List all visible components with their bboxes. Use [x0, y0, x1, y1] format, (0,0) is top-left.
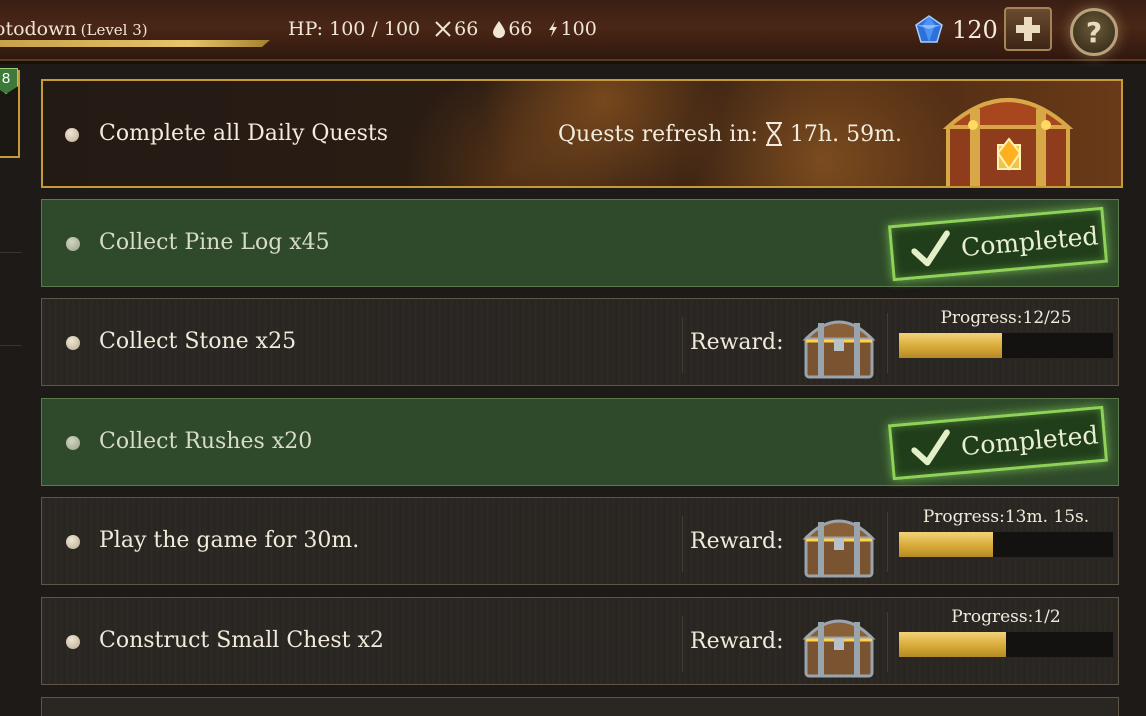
divider [682, 616, 683, 672]
hourglass-icon [765, 122, 782, 146]
quest-title: Collect Rushes x20 [99, 429, 313, 454]
completed-label: Completed [959, 220, 1100, 262]
plus-icon [1016, 17, 1040, 41]
quest-row-completed[interactable]: Collect Pine Log x45 Completed [41, 199, 1119, 287]
hp-stat: HP: 100 / 100 [288, 18, 421, 40]
progress-bar [898, 531, 1114, 558]
quest-title: Collect Stone x25 [99, 329, 297, 354]
divider [887, 512, 888, 572]
lightning-icon [548, 21, 557, 37]
quest-row-completed[interactable]: Collect Rushes x20 Completed [41, 398, 1119, 486]
quest-row-partial[interactable] [41, 697, 1119, 716]
quest-title: Construct Small Chest x2 [99, 628, 384, 653]
completed-label: Completed [959, 419, 1100, 461]
completed-stamp: Completed [887, 206, 1109, 282]
player-name-text: otodown [0, 18, 77, 40]
divider [887, 612, 888, 672]
reward-chest-icon[interactable] [798, 502, 880, 582]
attack-stat: 66 [434, 18, 478, 40]
quest-row[interactable]: Collect Stone x25 Reward: Progress:12/25 [41, 298, 1119, 386]
quest-row[interactable]: Play the game for 30m. Reward: Progress:… [41, 497, 1119, 585]
side-divider [0, 345, 22, 346]
bullet-icon [66, 237, 80, 251]
reward-label: Reward: [690, 330, 784, 355]
bullet-icon [65, 128, 79, 142]
gem-count: 120 [952, 16, 998, 44]
daily-quests-header: Complete all Daily Quests Quests refresh… [41, 79, 1123, 188]
drop-icon [493, 21, 506, 38]
progress-label: Progress:1/2 [951, 607, 1061, 627]
defense-stat: 66 [492, 18, 533, 40]
divider [682, 516, 683, 572]
treasure-chest-icon [942, 98, 1074, 186]
reward-chest-icon[interactable] [798, 602, 880, 682]
progress-label: Progress:12/25 [940, 308, 1072, 328]
completed-stamp: Completed [887, 405, 1109, 481]
energy-value: 100 [560, 18, 597, 40]
refresh-time: 17h. 59m. [789, 121, 902, 147]
top-bar: otodown (Level 3) HP: 100 / 100 66 66 100… [0, 0, 1146, 64]
divider [887, 313, 888, 373]
progress-fill [899, 632, 1006, 657]
defense-value: 66 [508, 18, 533, 40]
attack-value: 66 [454, 18, 479, 40]
player-name: otodown (Level 3) [0, 18, 148, 40]
player-level: (Level 3) [80, 21, 148, 39]
reward-chest-icon[interactable] [798, 303, 880, 383]
bullet-icon [66, 336, 80, 350]
sword-icon [435, 21, 451, 37]
check-icon [911, 429, 950, 466]
bullet-icon [66, 535, 80, 549]
quest-title: Collect Pine Log x45 [99, 230, 330, 255]
reward-label: Reward: [690, 629, 784, 654]
energy-stat: 100 [547, 18, 597, 40]
refresh-label: Quests refresh in: [558, 121, 758, 147]
gem-icon [915, 15, 943, 43]
progress-bar [898, 332, 1114, 359]
progress-label: Progress:13m. 15s. [922, 507, 1090, 527]
quest-row[interactable]: Construct Small Chest x2 Reward: Progres… [41, 597, 1119, 685]
daily-quests-title: Complete all Daily Quests [99, 121, 389, 146]
reward-label: Reward: [690, 529, 784, 554]
check-icon [911, 230, 950, 267]
progress-fill [899, 532, 994, 557]
refresh-timer: Quests refresh in: 17h. 59m. [558, 121, 902, 147]
divider [682, 317, 683, 373]
quest-title: Play the game for 30m. [99, 528, 360, 553]
progress-fill [899, 333, 1002, 358]
side-divider [0, 252, 22, 253]
help-button[interactable]: ? [1070, 8, 1118, 56]
player-stats: HP: 100 / 100 66 66 100 [288, 18, 597, 40]
help-icon: ? [1085, 15, 1103, 49]
experience-bar [0, 40, 270, 47]
add-gems-button[interactable] [1004, 7, 1052, 51]
bullet-icon [66, 635, 80, 649]
bullet-icon [66, 436, 80, 450]
progress-bar [898, 631, 1114, 658]
